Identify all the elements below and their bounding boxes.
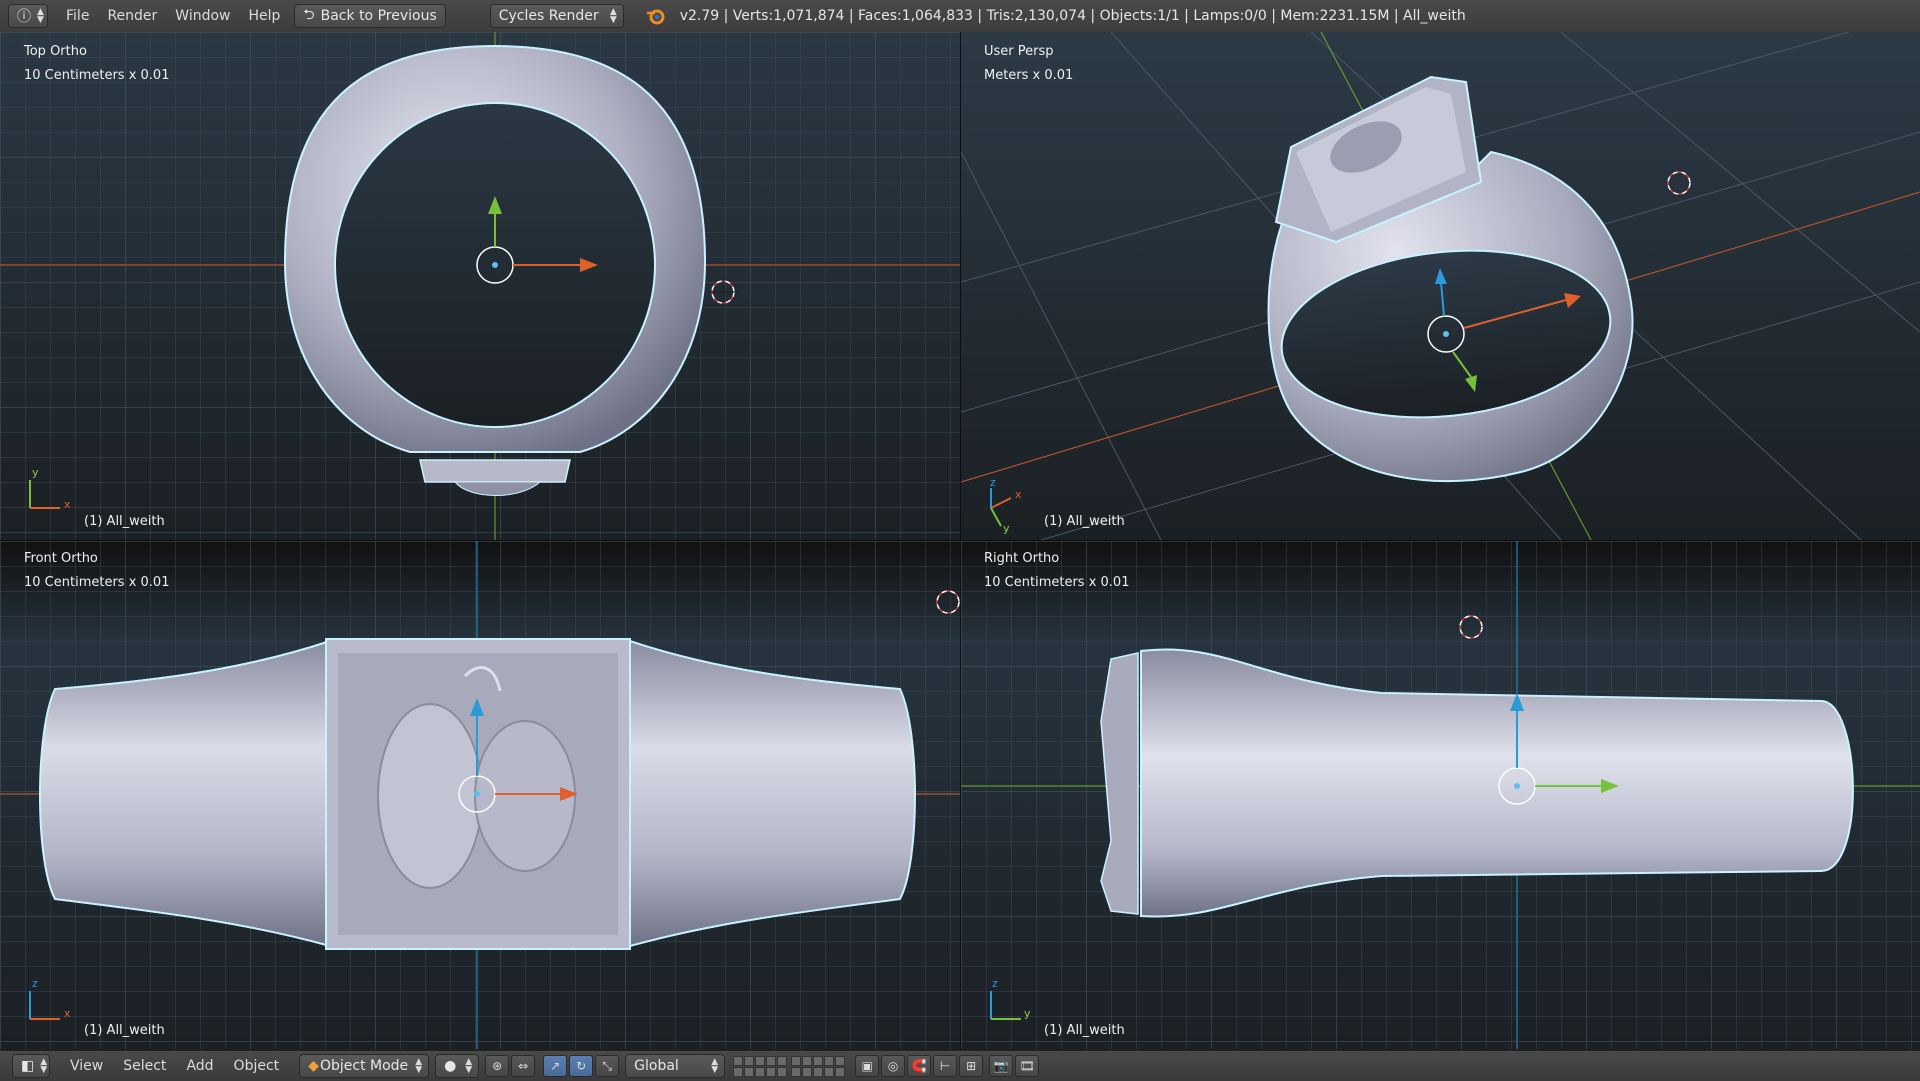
scene-statistics: v2.79 | Verts:1,071,874 | Faces:1,064,83… [679,8,1466,24]
translate-manipulator-icon[interactable]: ↗ [543,1055,568,1077]
horizontal-splitter[interactable] [0,540,1920,541]
grid-scale: 10 Centimeters x 0.01 [984,575,1130,590]
manipulator-toggle-icon[interactable]: ⇔ [511,1055,536,1077]
view-name: User Persp [984,44,1054,59]
snap-element-icon[interactable]: ⊢ [933,1055,958,1077]
axis-label-y: y [1024,1007,1031,1020]
menu-render[interactable]: Render [107,8,157,24]
right-ortho-scene [961,541,1920,1049]
axis-label-z: z [992,977,998,990]
grid-scale: 10 Centimeters x 0.01 [24,575,170,590]
pivot-point-icon[interactable]: ⊛ [485,1055,510,1077]
active-object-label: (1) All_weith [84,514,165,529]
view-name: Top Ortho [24,44,87,59]
active-object-label: (1) All_weith [1044,1023,1125,1038]
axis-label-y: y [1003,522,1010,535]
front-ortho-scene [0,541,960,1049]
opengl-animation-icon[interactable]: 🎞 [1015,1055,1040,1077]
render-engine-dropdown[interactable]: Cycles Render ▲ ▼ [489,4,624,28]
mode-dropdown[interactable]: ◆ Object Mode ▲ ▼ [299,1054,430,1078]
mode-label: Object Mode [319,1058,409,1074]
axis-label-x: x [1015,488,1022,501]
info-icon: ⓘ [17,9,31,25]
scale-manipulator-icon[interactable]: ⤡ [595,1055,620,1077]
axis-label-y: y [32,466,39,479]
rotate-manipulator-icon[interactable]: ↻ [569,1055,594,1077]
3d-view-icon: ◧ [21,1058,35,1074]
solid-shading-icon: ● [444,1058,457,1074]
viewport-top-ortho[interactable]: Top Ortho 10 Centimeters x 0.01 y x (1) … [0,32,960,540]
viewport-user-persp[interactable]: User Persp Meters x 0.01 z x y (1) All_w… [961,32,1920,540]
layer-grid-a[interactable] [733,1055,788,1077]
active-object-label: (1) All_weith [84,1023,165,1038]
menu-add[interactable]: Add [186,1058,213,1074]
menu-select[interactable]: Select [123,1058,166,1074]
opengl-render-icon[interactable]: 📷 [989,1055,1014,1077]
object-mode-icon: ◆ [308,1058,319,1074]
menu-file[interactable]: File [66,8,89,24]
viewport-right-ortho[interactable]: Right Ortho 10 Centimeters x 0.01 z y (1… [961,541,1920,1049]
proportional-editing-icon[interactable]: ◎ [881,1055,906,1077]
grid-scale: Meters x 0.01 [984,68,1074,83]
lock-camera-icon[interactable]: ▣ [855,1055,880,1077]
menu-window[interactable]: Window [175,8,230,24]
layer-grid-b[interactable] [791,1055,846,1077]
3d-view-header: ◧ ▲ ▼ View Select Add Object ◆ Object Mode… [0,1050,1920,1081]
back-arrow-icon: ⮌ [303,7,315,23]
top-ortho-scene [0,32,960,540]
grid-scale: 10 Centimeters x 0.01 [24,68,170,83]
active-object-label: (1) All_weith [1044,514,1125,529]
axis-label-x: x [64,1007,71,1020]
blender-logo-icon [646,9,665,25]
editor-type-selector[interactable]: ◧ ▲ ▼ [12,1054,50,1078]
menu-help[interactable]: Help [248,8,280,24]
editor-type-selector[interactable]: ⓘ ▲ ▼ [8,4,48,28]
render-engine-label: Cycles Render [498,8,599,24]
orientation-label: Global [634,1058,679,1074]
view-name: Front Ortho [24,551,98,566]
axis-label-z: z [990,476,996,489]
transform-orientation-dropdown[interactable]: Global ▲ ▼ [625,1054,726,1078]
user-persp-scene [961,32,1920,540]
snap-target-icon[interactable]: ⊞ [959,1055,984,1077]
axis-label-z: z [32,977,38,990]
view-name: Right Ortho [984,551,1060,566]
vertical-splitter[interactable] [960,32,961,1050]
info-header: ⓘ ▲ ▼ File Render Window Help ⮌ Back to Pr… [0,0,1920,33]
menu-view[interactable]: View [70,1058,103,1074]
viewport-shading-dropdown[interactable]: ● ▲ ▼ [435,1054,480,1078]
axis-label-x: x [64,498,71,511]
back-to-previous-label: Back to Previous [320,8,437,24]
snap-icon[interactable]: 🧲 [907,1055,932,1077]
back-to-previous-button[interactable]: ⮌ Back to Previous [294,4,446,28]
menu-object[interactable]: Object [234,1058,280,1074]
viewport-front-ortho[interactable]: Front Ortho 10 Centimeters x 0.01 z x (1… [0,541,960,1049]
